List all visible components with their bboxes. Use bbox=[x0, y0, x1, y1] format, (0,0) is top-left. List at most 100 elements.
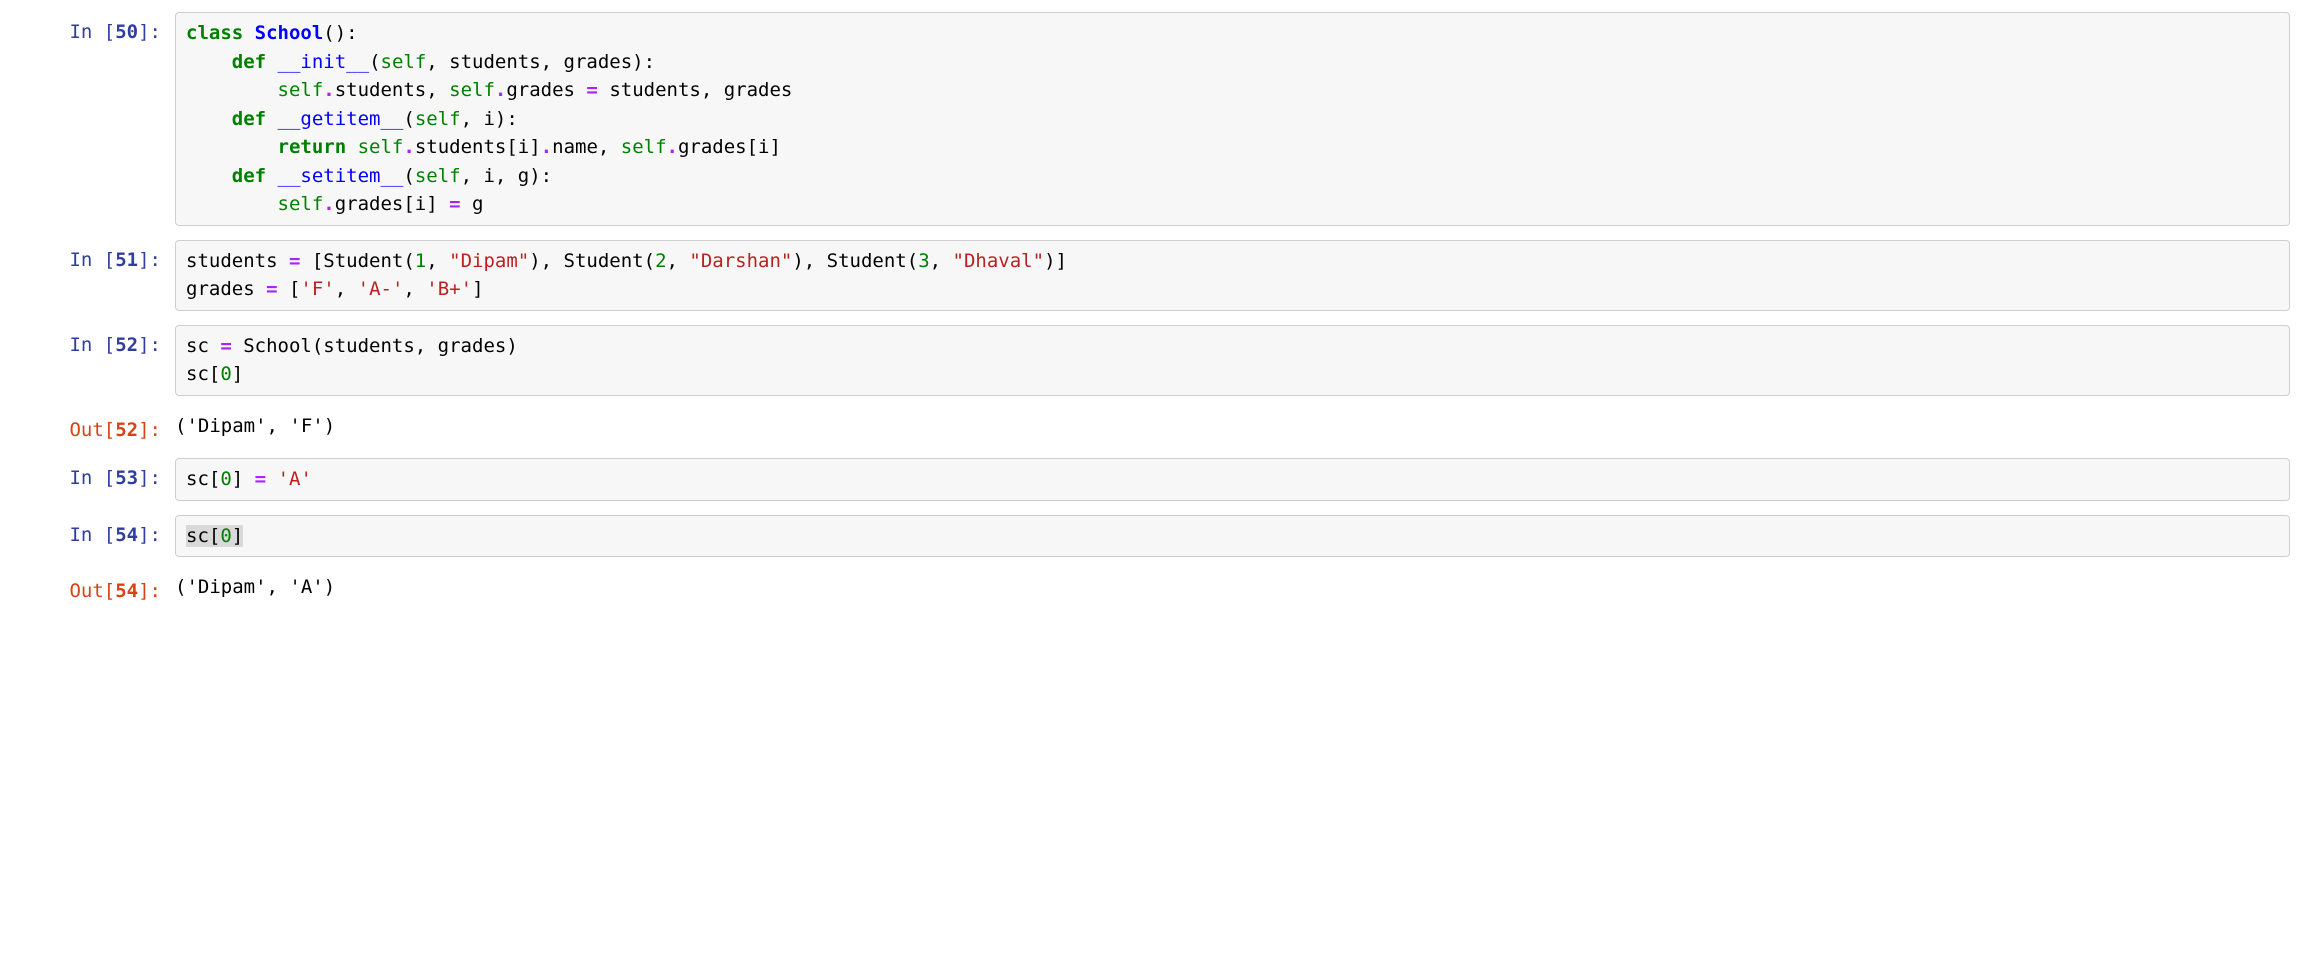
code-token: )] bbox=[1044, 250, 1067, 272]
code-token: 0 bbox=[220, 363, 231, 385]
input-prompt: In [54]: bbox=[20, 515, 175, 550]
code-token: = bbox=[266, 278, 277, 300]
code-token: def bbox=[232, 51, 266, 73]
code-token bbox=[243, 22, 254, 44]
code-token: __setitem__ bbox=[278, 165, 404, 187]
code-token bbox=[266, 51, 277, 73]
code-token: , bbox=[667, 250, 690, 272]
code-token: self bbox=[415, 165, 461, 187]
code-token: self bbox=[621, 136, 667, 158]
code-token bbox=[266, 468, 277, 490]
code-token: g bbox=[461, 193, 484, 215]
code-token: 0 bbox=[220, 525, 231, 547]
code-token: def bbox=[232, 165, 266, 187]
code-input[interactable]: students = [Student(1, "Dipam"), Student… bbox=[175, 240, 2290, 311]
code-token: __init__ bbox=[278, 51, 370, 73]
code-input[interactable]: class School(): def __init__(self, stude… bbox=[175, 12, 2290, 226]
code-token: = bbox=[586, 79, 597, 101]
notebook-cell: In [50]: class School(): def __init__(se… bbox=[20, 12, 2290, 226]
code-token bbox=[266, 165, 277, 187]
code-token: sc bbox=[186, 335, 220, 357]
code-token: sc[ bbox=[186, 468, 220, 490]
output-prompt: Out[52]: bbox=[20, 410, 175, 445]
code-token: ] bbox=[232, 363, 243, 385]
code-token: 'F' bbox=[300, 278, 334, 300]
code-token: 'A-' bbox=[358, 278, 404, 300]
code-token: "Darshan" bbox=[689, 250, 792, 272]
notebook-output-row: Out[54]: ('Dipam', 'A') bbox=[20, 571, 2290, 606]
code-token: , i, g): bbox=[461, 165, 553, 187]
code-token: self bbox=[278, 193, 324, 215]
code-token: ( bbox=[403, 165, 414, 187]
code-token: = bbox=[289, 250, 300, 272]
code-token: . bbox=[323, 79, 334, 101]
code-token: students, bbox=[335, 79, 449, 101]
notebook-cell: In [52]: sc = School(students, grades) s… bbox=[20, 325, 2290, 396]
code-token bbox=[266, 108, 277, 130]
code-input[interactable]: sc = School(students, grades) sc[0] bbox=[175, 325, 2290, 396]
code-token: ] bbox=[232, 525, 243, 547]
code-token: self bbox=[449, 79, 495, 101]
code-token: 3 bbox=[918, 250, 929, 272]
code-token: , students, grades): bbox=[426, 51, 655, 73]
code-token bbox=[186, 51, 232, 73]
code-input[interactable]: sc[0] = 'A' bbox=[175, 458, 2290, 501]
code-token: 0 bbox=[220, 468, 231, 490]
code-token: (): bbox=[323, 22, 357, 44]
code-token: . bbox=[403, 136, 414, 158]
output-prompt: Out[54]: bbox=[20, 571, 175, 606]
code-token: grades[i] bbox=[335, 193, 449, 215]
code-token: , bbox=[403, 278, 426, 300]
code-token: School bbox=[255, 22, 324, 44]
notebook-output-row: Out[52]: ('Dipam', 'F') bbox=[20, 410, 2290, 445]
code-token: . bbox=[323, 193, 334, 215]
code-token: 2 bbox=[655, 250, 666, 272]
code-token: self bbox=[415, 108, 461, 130]
code-input[interactable]: sc[0] bbox=[175, 515, 2290, 558]
notebook-cell: In [54]: sc[0] bbox=[20, 515, 2290, 558]
code-token: students bbox=[186, 250, 289, 272]
code-token: ( bbox=[403, 108, 414, 130]
code-token: def bbox=[232, 108, 266, 130]
code-token: [Student( bbox=[300, 250, 414, 272]
code-token: ] bbox=[472, 278, 483, 300]
code-token: ), Student( bbox=[792, 250, 918, 272]
cell-output: ('Dipam', 'A') bbox=[175, 571, 2290, 604]
notebook-cell: In [51]: students = [Student(1, "Dipam")… bbox=[20, 240, 2290, 311]
code-token bbox=[346, 136, 357, 158]
code-token bbox=[186, 136, 278, 158]
code-token: name, bbox=[552, 136, 621, 158]
code-token: [ bbox=[278, 278, 301, 300]
code-token: "Dhaval" bbox=[953, 250, 1045, 272]
input-prompt: In [53]: bbox=[20, 458, 175, 493]
code-token: self bbox=[278, 79, 324, 101]
code-token: class bbox=[186, 22, 243, 44]
code-token: , bbox=[426, 250, 449, 272]
notebook-cell: In [53]: sc[0] = 'A' bbox=[20, 458, 2290, 501]
code-token: return bbox=[278, 136, 347, 158]
prompt-label: In bbox=[69, 21, 103, 43]
code-token: 1 bbox=[415, 250, 426, 272]
code-token: ( bbox=[369, 51, 380, 73]
code-token: "Dipam" bbox=[449, 250, 529, 272]
code-token: sc[ bbox=[186, 525, 220, 547]
code-token: = bbox=[449, 193, 460, 215]
code-token: = bbox=[255, 468, 266, 490]
code-token: students[i] bbox=[415, 136, 541, 158]
code-token: 'B+' bbox=[426, 278, 472, 300]
code-token: = bbox=[220, 335, 231, 357]
code-token: . bbox=[667, 136, 678, 158]
code-token: self bbox=[381, 51, 427, 73]
cell-output: ('Dipam', 'F') bbox=[175, 410, 2290, 443]
input-prompt: In [50]: bbox=[20, 12, 175, 47]
input-prompt: In [52]: bbox=[20, 325, 175, 360]
code-token: ), Student( bbox=[529, 250, 655, 272]
code-token: 'A' bbox=[278, 468, 312, 490]
code-token bbox=[186, 193, 278, 215]
code-token: , i): bbox=[461, 108, 518, 130]
code-token bbox=[186, 79, 278, 101]
code-token: , bbox=[335, 278, 358, 300]
code-token: . bbox=[495, 79, 506, 101]
code-token: . bbox=[541, 136, 552, 158]
code-token: ] bbox=[232, 468, 255, 490]
